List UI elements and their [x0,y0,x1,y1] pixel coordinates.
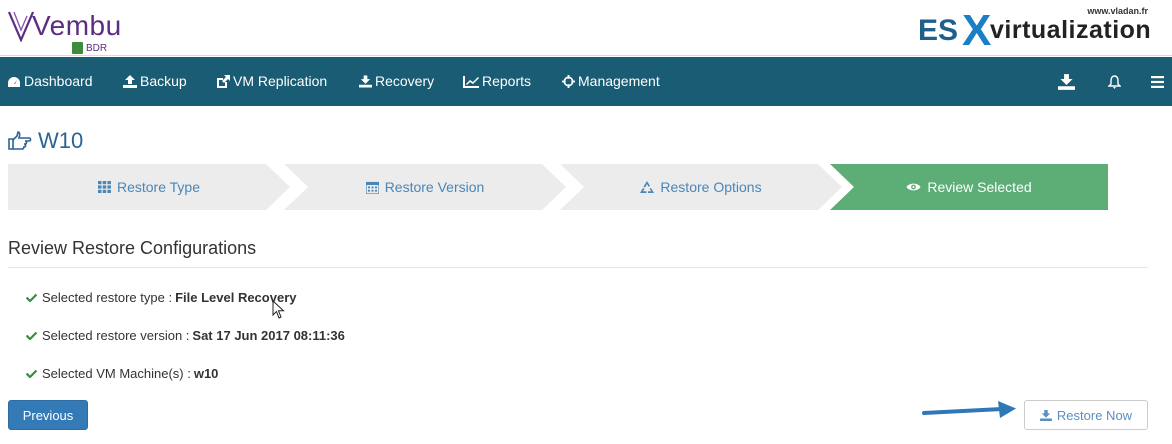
bdr-badge-icon [72,42,83,54]
restore-wizard: Restore Type Restore Version Restore Opt… [8,164,1108,210]
wizard-step-review-selected[interactable]: Review Selected [830,164,1108,210]
nav-reports[interactable]: Reports [463,57,531,106]
menu-icon [1150,75,1164,88]
check-icon [26,293,37,302]
previous-button[interactable]: Previous [8,400,88,430]
recycle-icon [640,180,655,193]
crosshairs-icon [562,75,575,88]
wizard-step-restore-options[interactable]: Restore Options [560,164,842,210]
download-icon [1057,73,1075,90]
nav-vm-replication-label: VM Replication [233,73,328,89]
download-button[interactable] [1053,57,1079,106]
dashboard-icon [8,76,20,87]
bell-icon [1107,74,1121,89]
nav-management-label: Management [578,73,660,89]
line-chart-icon [463,75,479,88]
hand-pointer-icon [8,131,32,150]
nav-dashboard-label: Dashboard [24,73,93,89]
calendar-icon [365,181,379,194]
brand-name: Vembu [32,10,122,41]
nav-dashboard[interactable]: Dashboard [7,57,93,106]
review-value: Sat 17 Jun 2017 08:11:36 [192,327,345,343]
esx-watermark: www.vladan.fr ES X virtualization [918,6,1168,55]
upload-icon [123,75,137,88]
review-line-vm-machines: Selected VM Machine(s) : w10 [26,364,218,382]
external-link-icon [217,75,230,88]
restore-now-button[interactable]: Restore Now [1024,400,1148,430]
mouse-cursor-icon [272,300,285,319]
wizard-step-label: Review Selected [927,179,1032,195]
menu-button[interactable] [1144,57,1170,106]
check-icon [26,369,37,378]
annotation-arrow-icon [922,401,1016,418]
review-label: Selected restore version : [42,327,190,343]
nav-backup[interactable]: Backup [123,57,187,106]
watermark-x: X [962,6,992,55]
download-icon [1039,409,1052,421]
nav-vm-replication[interactable]: VM Replication [216,57,327,106]
wizard-step-restore-version[interactable]: Restore Version [284,164,566,210]
review-line-restore-version: Selected restore version : Sat 17 Jun 20… [26,326,345,344]
main-navbar: Dashboard Backup VM Replication Recovery… [0,57,1172,106]
section-divider [8,267,1148,268]
review-value: w10 [193,365,219,381]
restore-now-label: Restore Now [1056,407,1133,423]
check-icon [26,331,37,340]
review-label: Selected restore type : [42,289,173,305]
page-title-text: W10 [38,128,84,153]
brand-product: BDR [86,43,108,54]
wizard-step-label: Restore Version [384,179,485,195]
nav-recovery[interactable]: Recovery [359,57,434,106]
page-title: W10 [8,126,83,156]
vembu-v-mark-icon [8,11,34,42]
review-line-restore-type: Selected restore type : File Level Recov… [26,288,296,306]
watermark-url: www.vladan.fr [1087,6,1148,16]
top-header: Vembu BDR www.vladan.fr ES X virtualizat… [0,0,1172,56]
section-heading: Review Restore Configurations [8,238,257,258]
download-icon [359,75,372,88]
eye-icon [906,183,921,191]
watermark-virtualization: virtualization [990,16,1152,44]
wizard-step-label: Restore Type [116,179,200,195]
nav-backup-label: Backup [140,73,187,89]
wizard-step-label: Restore Options [660,179,762,195]
nav-management[interactable]: Management [562,57,660,106]
vembu-logo[interactable]: Vembu BDR [8,4,121,54]
wizard-step-restore-type[interactable]: Restore Type [8,164,290,210]
notifications-button[interactable] [1101,57,1127,106]
nav-reports-label: Reports [482,73,532,89]
review-label: Selected VM Machine(s) : [42,365,191,381]
watermark-es: ES [918,14,959,47]
grid-icon [97,181,111,193]
nav-recovery-label: Recovery [375,73,435,89]
